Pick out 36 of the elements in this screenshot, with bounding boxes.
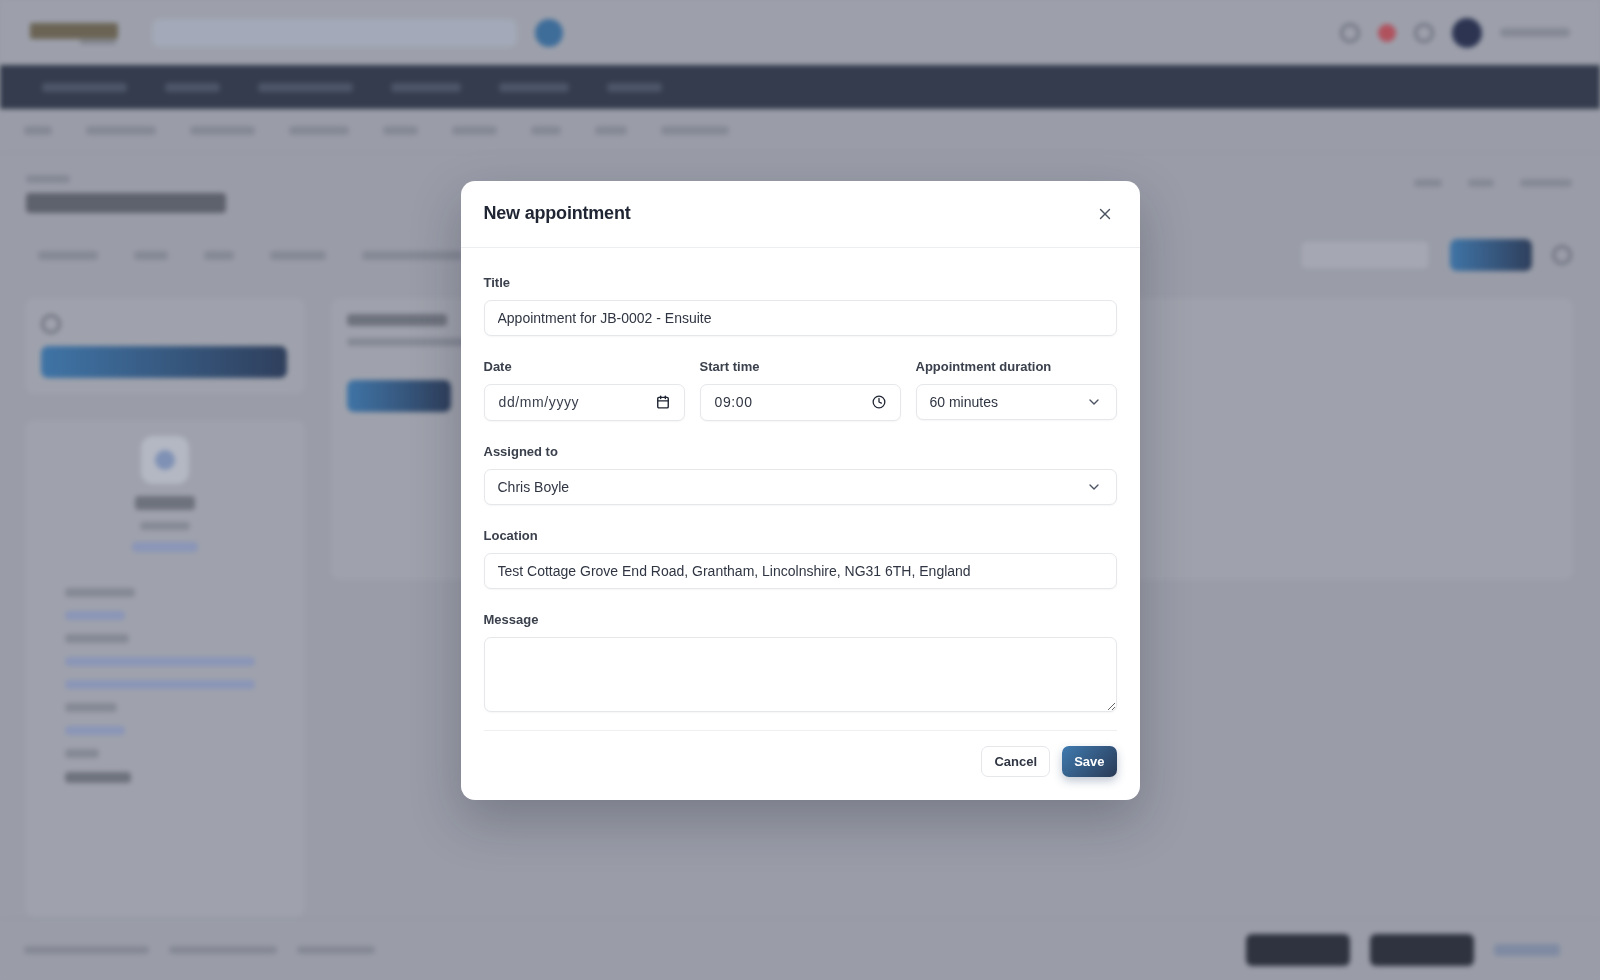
dialog-title: New appointment: [483, 203, 631, 224]
clock-icon[interactable]: [871, 395, 886, 409]
calendar-icon[interactable]: [655, 395, 670, 409]
round-button[interactable]: [535, 18, 563, 47]
dropdown-select[interactable]: 60 minutes: [915, 383, 1117, 420]
dropdown-select[interactable]: Chris Boyle: [483, 468, 1117, 505]
text-field[interactable]: Appointment for JB-0002 - Ensuite: [483, 299, 1117, 336]
primary-button[interactable]: [41, 346, 287, 378]
field-label: Message: [483, 610, 540, 629]
blurred-text: [65, 772, 131, 783]
text-field[interactable]: Test Cottage Grove End Road, Grantham, Lincolnshire, NG31 6TH, England: [483, 552, 1117, 589]
blurred-text: [1494, 943, 1560, 956]
message-field[interactable]: [483, 636, 1117, 712]
tile-icon: [141, 436, 189, 484]
store-badge[interactable]: [1246, 933, 1350, 966]
field-label: Date: [483, 357, 513, 376]
cancel-button[interactable]: Cancel: [981, 745, 1051, 777]
field-label: Appointment duration: [915, 357, 1053, 376]
blurred-text: [165, 82, 220, 92]
blurred-text: [607, 82, 662, 92]
avatar-circle[interactable]: [1452, 17, 1482, 48]
date-field[interactable]: dd/mm/yyyy: [483, 383, 685, 421]
save-button[interactable]: Save: [1062, 745, 1117, 777]
field-label: Assigned to: [483, 442, 559, 461]
field-label: Start time: [699, 357, 761, 376]
blurred-text: [135, 496, 195, 510]
notification-dot-icon[interactable]: [1378, 23, 1396, 42]
field-label: Title: [483, 273, 511, 292]
logo-icon: [30, 20, 118, 45]
blurred-text: [499, 82, 569, 92]
field-label: Location: [483, 526, 539, 545]
time-field[interactable]: 09:00: [699, 383, 901, 421]
store-badge[interactable]: [1370, 933, 1474, 966]
primary-button[interactable]: [347, 380, 451, 412]
primary-button[interactable]: [1450, 239, 1532, 271]
blurred-text: [391, 82, 461, 92]
